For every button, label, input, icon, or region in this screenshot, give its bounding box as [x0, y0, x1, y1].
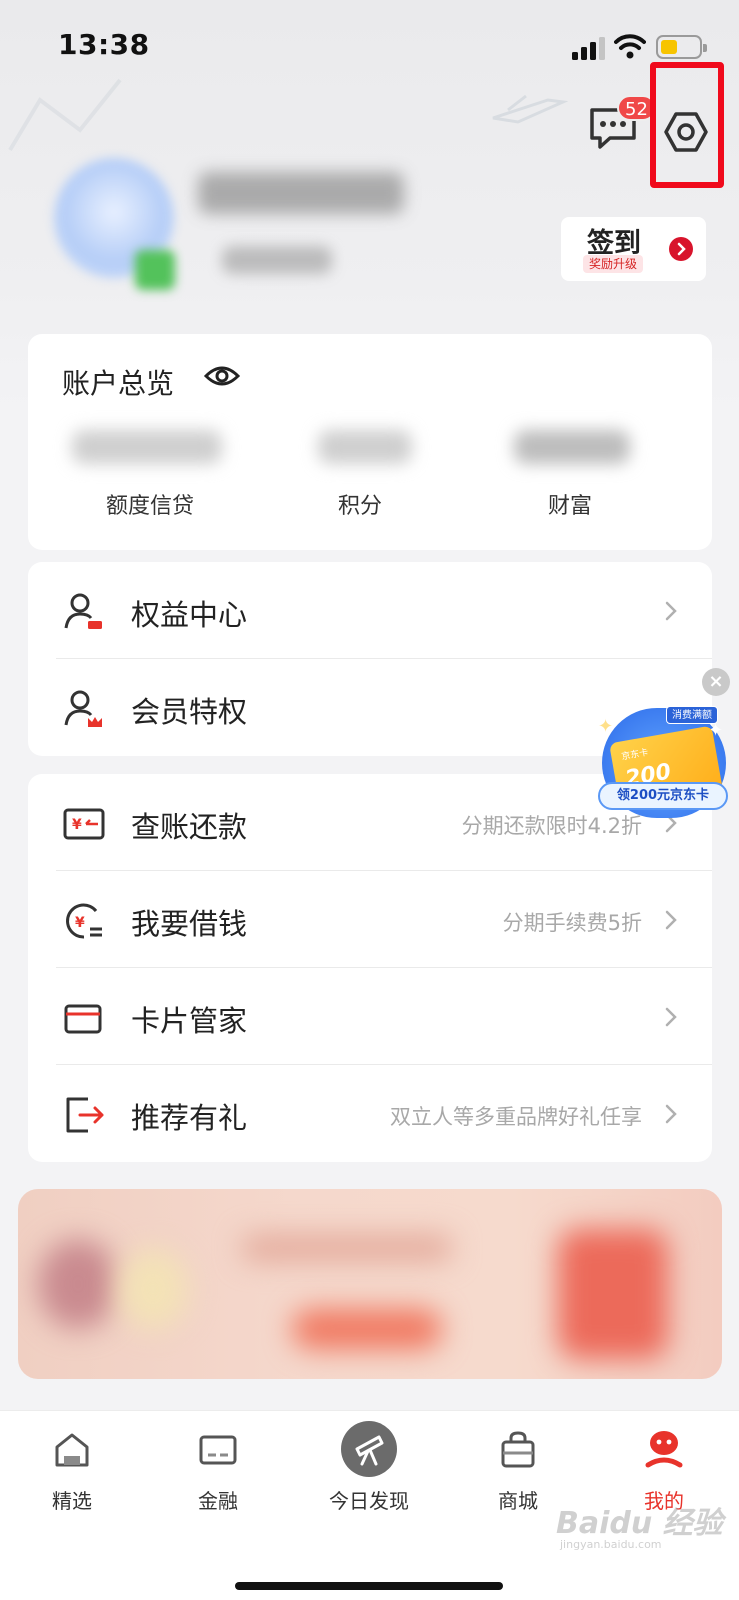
plane-decoration-icon	[492, 94, 568, 124]
baidu-watermark-url: jingyan.baidu.com	[560, 1538, 662, 1551]
borrow-money-icon: ¥	[66, 903, 102, 939]
profile-icon	[645, 1431, 683, 1468]
tab-label: 今日发现	[329, 1489, 409, 1513]
member-privilege-icon	[64, 690, 102, 727]
list-item-rights-center[interactable]: 权益中心	[28, 562, 712, 661]
ad-blurred-button	[292, 1309, 442, 1349]
chevron-right-icon	[665, 1007, 677, 1027]
ad-banner[interactable]	[18, 1189, 722, 1379]
wealth-value-blurred	[514, 430, 630, 464]
status-time: 13:38	[58, 28, 150, 61]
ad-blurred-text	[242, 1235, 452, 1261]
bill-repay-icon: ¥	[63, 808, 105, 840]
overview-item-wealth[interactable]: 财富	[490, 488, 650, 520]
tab-finance[interactable]: 金融	[158, 1429, 278, 1519]
points-value-blurred	[318, 430, 412, 464]
list-item-desc: 双立人等多重品牌好礼任享	[390, 1105, 642, 1129]
home-icon	[55, 1433, 89, 1467]
telescope-icon	[355, 1435, 384, 1466]
chevron-right-icon	[669, 237, 693, 261]
eye-icon[interactable]	[204, 362, 240, 390]
username-blurred	[198, 172, 404, 214]
sign-in-button[interactable]: 签到 奖励升级	[561, 217, 706, 281]
card-manager-icon	[64, 1004, 102, 1034]
referral-gift-icon	[66, 1097, 104, 1133]
battery-icon	[656, 35, 707, 59]
overview-item-credit[interactable]: 额度信贷	[70, 488, 230, 520]
close-icon[interactable]: ×	[702, 668, 730, 696]
overview-item-points[interactable]: 积分	[280, 488, 440, 520]
promo-banner-text: 领200元京东卡	[598, 782, 728, 810]
home-indicator	[235, 1582, 503, 1590]
credit-value-blurred	[72, 430, 222, 464]
chevron-right-icon	[665, 1104, 677, 1124]
tab-label: 精选	[52, 1489, 92, 1513]
tab-discover[interactable]: 今日发现	[309, 1421, 429, 1519]
list-item-label: 卡片管家	[131, 1004, 248, 1038]
ad-blurred-image	[38, 1239, 118, 1329]
wifi-icon	[614, 34, 646, 59]
list-item-label: 我要借钱	[131, 907, 248, 941]
list-item-label: 会员特权	[131, 695, 248, 729]
ad-blurred-image	[118, 1249, 188, 1329]
signal-strength-icon	[572, 36, 606, 60]
list-item-card-manager[interactable]: 卡片管家	[28, 968, 712, 1067]
avatar-badge	[135, 250, 175, 290]
tab-featured[interactable]: 精选	[12, 1429, 132, 1519]
list-item-borrow-money[interactable]: ¥ 我要借钱 分期手续费5折	[28, 871, 712, 970]
list-item-desc: 分期手续费5折	[502, 911, 642, 935]
user-level-blurred	[222, 246, 332, 274]
tab-label: 金融	[198, 1489, 238, 1513]
promo-tag: 消费满额	[666, 706, 718, 724]
list-item-label: 权益中心	[131, 598, 248, 632]
status-bar: 13:38	[0, 0, 739, 90]
chevron-right-icon	[665, 910, 677, 930]
sign-in-subtitle: 奖励升级	[583, 255, 644, 273]
finance-card-icon	[199, 1435, 237, 1465]
sparkle-icon: ✦	[598, 716, 614, 737]
list-item-label: 查账还款	[131, 810, 248, 844]
promo-card-label: 京东卡	[620, 747, 650, 763]
settings-highlight-box	[650, 62, 724, 188]
svg-text:¥: ¥	[72, 817, 82, 833]
rights-center-icon	[64, 593, 102, 629]
baidu-watermark: Baidu 经验	[556, 1506, 723, 1541]
account-overview-card: 账户总览 额度信贷 积分 财富	[28, 334, 712, 550]
jd-card-promo-widget[interactable]: ✦ ✦ 京东卡 200 消费满额 领200元京东卡 ×	[598, 668, 734, 836]
shopping-bag-icon	[501, 1431, 535, 1468]
list-item-referral-gift[interactable]: 推荐有礼 双立人等多重品牌好礼任享	[28, 1065, 712, 1164]
list-item-label: 推荐有礼	[131, 1101, 248, 1135]
ad-blurred-image	[558, 1229, 668, 1359]
svg-text:¥: ¥	[75, 915, 85, 931]
account-overview-title: 账户总览	[62, 367, 175, 400]
chevron-right-icon	[665, 601, 677, 621]
